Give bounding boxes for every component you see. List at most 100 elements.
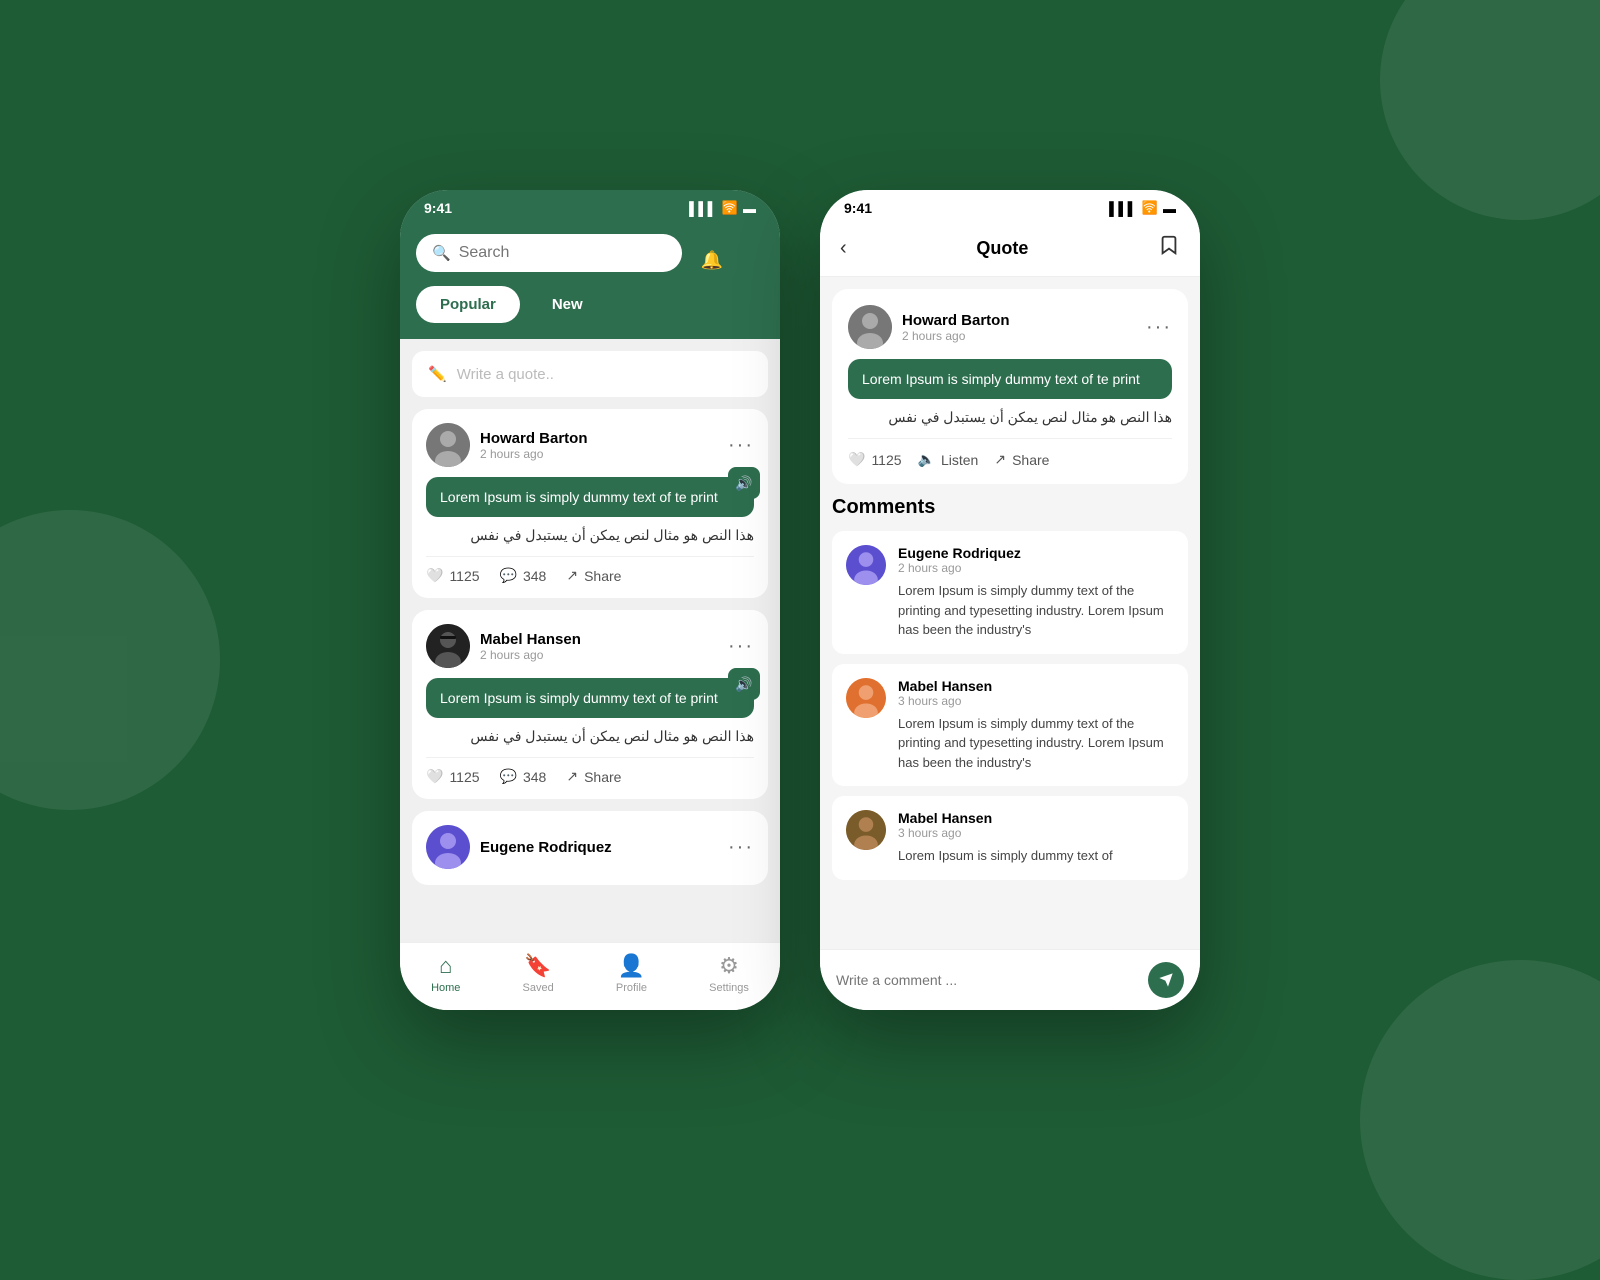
comment-button-howard[interactable]: 💬 348	[500, 567, 547, 584]
bookmark-icon	[1158, 234, 1180, 256]
mabel-name: Mabel Hansen	[480, 631, 581, 648]
comment-text-mabel1: Lorem Ipsum is simply dummy text of the …	[898, 714, 1174, 773]
bg-decoration-right-top	[1380, 0, 1600, 220]
detail-quote-card: Howard Barton 2 hours ago ··· Lorem Ipsu…	[832, 289, 1188, 484]
notification-button[interactable]: 🔔	[692, 240, 732, 280]
phone-feed: 9:41 ▌▌▌ 🛜 ▬ 🔍 🔔 Popular New	[400, 190, 780, 1010]
comment-input[interactable]	[836, 972, 1138, 988]
send-icon	[1158, 972, 1174, 988]
nav-saved[interactable]: 🔖 Saved	[523, 953, 554, 994]
write-quote-bar[interactable]: ✏️ Write a quote..	[412, 351, 768, 397]
card-actions-mabel: 🤍 1125 💬 348 ↗ Share	[426, 757, 754, 785]
detail-actions: 🤍 1125 🔈 Listen ↗ Share	[848, 438, 1172, 468]
tab-popular[interactable]: Popular	[416, 286, 520, 323]
feed-content: ✏️ Write a quote..	[400, 339, 780, 942]
nav-home[interactable]: ⌂ Home	[431, 953, 460, 994]
avatar-eugene-partial	[426, 825, 470, 869]
avatar-detail-howard	[848, 305, 892, 349]
bg-decoration-left	[0, 510, 220, 810]
card-actions-howard: 🤍 1125 💬 348 ↗ Share	[426, 556, 754, 584]
card-header-eugene-partial: Eugene Rodriquez ···	[426, 825, 754, 869]
like-button-mabel[interactable]: 🤍 1125	[426, 768, 480, 785]
detail-user-name: Howard Barton	[902, 312, 1010, 329]
share-button-mabel[interactable]: ↗ Share	[566, 768, 621, 785]
quote-card-eugene-partial: Eugene Rodriquez ···	[412, 811, 768, 885]
quote-bubble-wrap-howard: Lorem Ipsum is simply dummy text of te p…	[426, 477, 754, 517]
card-header-howard: Howard Barton 2 hours ago ···	[426, 423, 754, 467]
commenter-name-mabel1: Mabel Hansen	[898, 678, 1174, 694]
card-menu-mabel[interactable]: ···	[728, 635, 754, 658]
comment-icon-mabel: 💬	[500, 768, 517, 785]
comment-input-bar	[820, 949, 1200, 1010]
detail-listen-label: Listen	[941, 452, 978, 468]
status-icons-detail: ▌▌▌ 🛜 ▬	[1109, 200, 1176, 216]
comment-item-mabel1: Mabel Hansen 3 hours ago Lorem Ipsum is …	[832, 664, 1188, 787]
card-menu-howard[interactable]: ···	[728, 434, 754, 457]
card-menu-eugene-partial[interactable]: ···	[728, 836, 754, 859]
comment-button-mabel[interactable]: 💬 348	[500, 768, 547, 785]
detail-quote-bubble: Lorem Ipsum is simply dummy text of te p…	[848, 359, 1172, 399]
share-label-howard: Share	[584, 568, 621, 584]
like-button-howard[interactable]: 🤍 1125	[426, 567, 480, 584]
comment-item-mabel2: Mabel Hansen 3 hours ago Lorem Ipsum is …	[832, 796, 1188, 880]
tab-new[interactable]: New	[528, 286, 607, 323]
settings-icon: ⚙	[719, 953, 739, 979]
comment-text-eugene: Lorem Ipsum is simply dummy text of the …	[898, 581, 1174, 640]
battery-icon-detail: ▬	[1163, 201, 1176, 216]
detail-card-menu[interactable]: ···	[1146, 316, 1172, 339]
arabic-text-mabel: هذا النص هو مثال لنص يمكن أن يستبدل في ن…	[426, 728, 754, 745]
nav-saved-label: Saved	[523, 982, 554, 994]
user-info-eugene-partial: Eugene Rodriquez	[480, 839, 612, 856]
howard-time: 2 hours ago	[480, 447, 588, 461]
comment-text-mabel2: Lorem Ipsum is simply dummy text of	[898, 846, 1113, 866]
comments-section: Comments Eugene Rodriquez 2 hours ago Lo…	[820, 496, 1200, 949]
search-input[interactable]	[459, 244, 666, 262]
bookmark-button[interactable]	[1158, 234, 1180, 262]
status-time-detail: 9:41	[844, 200, 872, 216]
tab-row: Popular New	[416, 286, 764, 323]
send-button[interactable]	[1148, 962, 1184, 998]
detail-content: Howard Barton 2 hours ago ··· Lorem Ipsu…	[820, 277, 1200, 949]
user-info-mabel: Mabel Hansen 2 hours ago	[480, 631, 581, 662]
nav-profile[interactable]: 👤 Profile	[616, 953, 647, 994]
search-icon: 🔍	[432, 244, 451, 262]
user-info-howard: Howard Barton 2 hours ago	[480, 430, 588, 461]
nav-home-label: Home	[431, 982, 460, 994]
sound-badge-howard[interactable]: 🔊	[728, 467, 760, 499]
share-button-howard[interactable]: ↗ Share	[566, 567, 621, 584]
detail-share-label: Share	[1012, 452, 1049, 468]
quote-bubble-wrap-mabel: Lorem Ipsum is simply dummy text of te p…	[426, 678, 754, 718]
detail-heart-icon: 🤍	[848, 451, 865, 468]
card-user-mabel: Mabel Hansen 2 hours ago	[426, 624, 581, 668]
commenter-time-eugene: 2 hours ago	[898, 561, 1174, 575]
detail-arabic-text: هذا النص هو مثال لنص يمكن أن يستبدل في ن…	[848, 409, 1172, 426]
commenter-name-mabel2: Mabel Hansen	[898, 810, 1113, 826]
nav-settings[interactable]: ⚙ Settings	[709, 953, 749, 994]
howard-name: Howard Barton	[480, 430, 588, 447]
avatar-comment-mabel1	[846, 678, 886, 718]
card-user-howard: Howard Barton 2 hours ago	[426, 423, 588, 467]
like-count-howard: 1125	[449, 568, 479, 584]
comment-body-eugene: Eugene Rodriquez 2 hours ago Lorem Ipsum…	[898, 545, 1174, 640]
comment-body-mabel1: Mabel Hansen 3 hours ago Lorem Ipsum is …	[898, 678, 1174, 773]
quote-bubble-howard: Lorem Ipsum is simply dummy text of te p…	[426, 477, 754, 517]
quote-card-mabel: Mabel Hansen 2 hours ago ··· Lorem Ipsum…	[412, 610, 768, 799]
status-bar-feed: 9:41 ▌▌▌ 🛜 ▬	[400, 190, 780, 222]
write-quote-placeholder: Write a quote..	[457, 366, 554, 383]
profile-icon: 👤	[618, 953, 645, 979]
home-icon: ⌂	[439, 953, 452, 979]
signal-icon-detail: ▌▌▌	[1109, 201, 1137, 216]
sound-badge-mabel[interactable]: 🔊	[728, 668, 760, 700]
detail-listen-button[interactable]: 🔈 Listen	[918, 451, 979, 468]
commenter-name-eugene: Eugene Rodriquez	[898, 545, 1174, 561]
wifi-icon-detail: 🛜	[1142, 200, 1158, 216]
detail-like-button[interactable]: 🤍 1125	[848, 451, 902, 468]
avatar-comment-eugene	[846, 545, 886, 585]
detail-card-header: Howard Barton 2 hours ago ···	[848, 305, 1172, 349]
back-button[interactable]: ‹	[840, 237, 847, 260]
search-bar[interactable]: 🔍	[416, 234, 682, 272]
detail-share-button[interactable]: ↗ Share	[994, 451, 1049, 468]
commenter-time-mabel2: 3 hours ago	[898, 826, 1113, 840]
page-title: Quote	[976, 238, 1028, 259]
battery-icon: ▬	[743, 201, 756, 216]
